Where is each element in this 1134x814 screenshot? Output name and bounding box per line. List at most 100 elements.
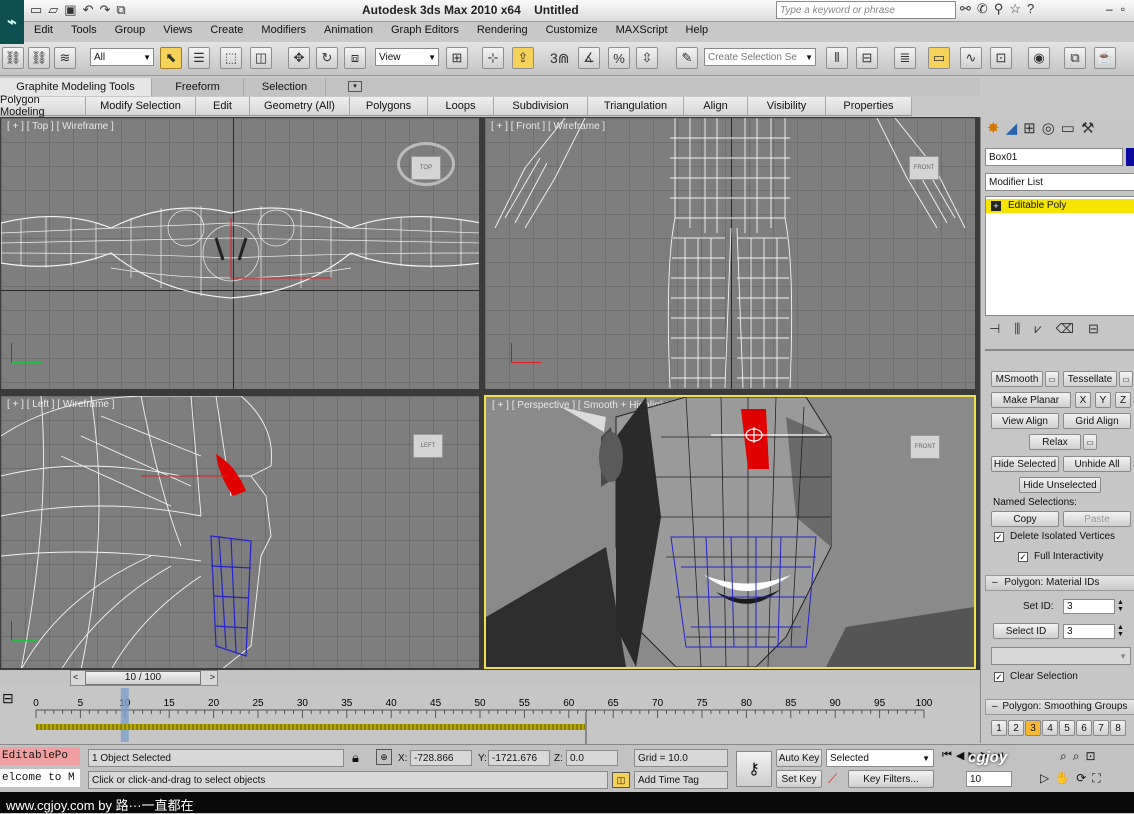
viewcube-face[interactable]: FRONT bbox=[909, 156, 939, 180]
smoothing-group-button[interactable]: 1 bbox=[991, 720, 1007, 736]
modifier-list-dropdown[interactable]: Modifier List bbox=[985, 173, 1134, 191]
zoom-icon[interactable]: ⌕ bbox=[1060, 749, 1067, 764]
menu-item[interactable]: Modifiers bbox=[261, 24, 306, 40]
y-coordinate-field[interactable]: -1721.676 bbox=[488, 750, 550, 766]
unhide-all-button[interactable]: Unhide All bbox=[1063, 456, 1131, 472]
select-move-icon[interactable]: ✥ bbox=[288, 47, 310, 69]
select-by-name-icon[interactable]: ☰ bbox=[188, 47, 210, 69]
hierarchy-tab-icon[interactable]: ⊞ bbox=[1023, 119, 1036, 143]
communication-icon[interactable]: ✆ bbox=[977, 1, 988, 17]
binoculars-icon[interactable]: ⚯ bbox=[960, 1, 971, 17]
bind-spacewarp-icon[interactable]: ≋ bbox=[54, 47, 76, 69]
menu-item[interactable]: Graph Editors bbox=[391, 24, 459, 40]
minimize-icon[interactable]: – bbox=[1106, 2, 1113, 16]
smoothing-group-button[interactable]: 8 bbox=[1110, 720, 1126, 736]
viewport-top[interactable]: [ + ] [ Top ] [ Wireframe ] TOP bbox=[0, 117, 480, 390]
smoothing-rollout-header[interactable]: – Polygon: Smoothing Groups bbox=[985, 699, 1134, 715]
curve-editor-icon[interactable]: ∿ bbox=[960, 47, 982, 69]
save-icon[interactable]: ▣ bbox=[64, 2, 76, 18]
lock-selection-icon[interactable]: 🔒︎ bbox=[352, 750, 359, 766]
time-next-icon[interactable]: > bbox=[210, 672, 215, 682]
new-file-icon[interactable]: ▭ bbox=[30, 2, 42, 18]
align-icon[interactable]: ⊟ bbox=[856, 47, 878, 69]
angle-snap-icon[interactable]: ∡ bbox=[578, 47, 600, 69]
set-id-spinner[interactable]: 3 bbox=[1063, 599, 1115, 614]
open-file-icon[interactable]: ▱ bbox=[48, 2, 58, 18]
window-crossing-icon[interactable]: ◫ bbox=[250, 47, 272, 69]
set-key-mode-icon[interactable]: ⚷ bbox=[736, 751, 772, 787]
time-slider-track[interactable]: 10 / 100 < > bbox=[70, 670, 218, 686]
material-editor-icon[interactable]: ◉ bbox=[1028, 47, 1050, 69]
undo-icon[interactable]: ↶ bbox=[83, 2, 94, 18]
smoothing-group-button[interactable]: 5 bbox=[1059, 720, 1075, 736]
go-to-start-icon[interactable]: ⏮ bbox=[942, 749, 952, 762]
viewport-left[interactable]: [ + ] [ Left ] [ Wireframe ] LEFT bbox=[0, 395, 480, 669]
restore-icon[interactable]: ▫ bbox=[1121, 2, 1125, 16]
key-filters-button[interactable]: Key Filters... bbox=[848, 770, 934, 788]
copy-button[interactable]: Copy bbox=[991, 511, 1059, 527]
select-rotate-icon[interactable]: ↻ bbox=[316, 47, 338, 69]
render-setup-icon[interactable]: ⧉ bbox=[1064, 47, 1086, 69]
object-name-field[interactable]: Box01 bbox=[985, 148, 1123, 166]
relax-settings-icon[interactable]: ▭ bbox=[1083, 434, 1097, 450]
material-ids-rollout-header[interactable]: – Polygon: Material IDs bbox=[985, 575, 1134, 591]
percent-snap-icon[interactable]: % bbox=[608, 47, 630, 69]
make-planar-button[interactable]: Make Planar bbox=[991, 392, 1071, 408]
current-frame-field[interactable]: 10 bbox=[966, 771, 1012, 787]
clear-selection-checkbox[interactable]: ✓ bbox=[994, 672, 1004, 682]
panel-align[interactable]: Align bbox=[684, 97, 748, 115]
pivot-center-icon[interactable]: ⊞ bbox=[446, 47, 468, 69]
tessellate-settings-icon[interactable]: ▭ bbox=[1119, 371, 1133, 387]
panel-properties[interactable]: Properties bbox=[826, 97, 912, 115]
smoothing-group-button[interactable]: 3 bbox=[1025, 720, 1041, 736]
previous-frame-icon[interactable]: ◀ bbox=[956, 749, 964, 762]
menu-item[interactable]: Rendering bbox=[477, 24, 528, 40]
relax-button[interactable]: Relax bbox=[1029, 434, 1081, 450]
key-mode-dropdown[interactable]: Selected ▼ bbox=[826, 749, 934, 767]
ribbon-tab-freeform[interactable]: Freeform bbox=[152, 78, 244, 96]
zoom-all-icon[interactable]: ⌕ bbox=[1073, 749, 1080, 764]
spinner-snap-icon[interactable]: ⇳ bbox=[636, 47, 658, 69]
panel-triangulation[interactable]: Triangulation bbox=[588, 97, 684, 115]
keyboard-shortcut-override-icon[interactable]: ⇪ bbox=[512, 47, 534, 69]
orbit-icon[interactable]: ⟳ bbox=[1076, 771, 1086, 786]
menu-item[interactable]: Create bbox=[210, 24, 243, 40]
make-planar-z-button[interactable]: Z bbox=[1115, 392, 1131, 408]
pin-stack-icon[interactable]: ⊣ bbox=[989, 321, 1000, 337]
object-color-swatch[interactable] bbox=[1126, 148, 1134, 166]
create-tab-icon[interactable]: ✸ bbox=[987, 119, 1000, 143]
panel-polygon-modeling[interactable]: Polygon Modeling bbox=[0, 94, 86, 118]
ribbon-minimize-icon[interactable]: ▾ bbox=[348, 81, 362, 92]
viewport-perspective[interactable]: [ + ] [ Perspective ] [ Smooth + Highlig… bbox=[484, 395, 976, 669]
absolute-mode-icon[interactable]: ⊕ bbox=[376, 749, 392, 765]
smoothing-group-button[interactable]: 6 bbox=[1076, 720, 1092, 736]
field-of-view-icon[interactable]: ▷ bbox=[1040, 771, 1049, 786]
menu-item[interactable]: MAXScript bbox=[616, 24, 668, 40]
viewport-label[interactable]: [ + ] [ Top ] [ Wireframe ] bbox=[7, 121, 114, 132]
grid-align-button[interactable]: Grid Align bbox=[1063, 413, 1131, 429]
add-time-tag-field[interactable]: Add Time Tag bbox=[634, 771, 728, 789]
spinner-arrows-icon[interactable]: ▲ ▼ bbox=[1117, 624, 1124, 638]
show-end-result-icon[interactable]: ⫼ bbox=[1014, 321, 1020, 337]
ribbon-tab-selection[interactable]: Selection bbox=[244, 78, 326, 96]
time-tag-icon[interactable]: ◫ bbox=[612, 772, 630, 788]
remove-modifier-icon[interactable]: ⌫ bbox=[1056, 321, 1074, 337]
app-logo-icon[interactable]: ⌁ bbox=[0, 0, 24, 44]
select-object-icon[interactable]: ⬉ bbox=[160, 47, 182, 69]
zoom-extents-icon[interactable]: ⊡ bbox=[1085, 749, 1095, 764]
reference-coordinate-dropdown[interactable]: View ▼ bbox=[375, 48, 439, 66]
menu-item[interactable]: Customize bbox=[546, 24, 598, 40]
menu-item[interactable]: Group bbox=[115, 24, 146, 40]
menu-item[interactable]: Help bbox=[686, 24, 709, 40]
panel-geometry[interactable]: Geometry (All) bbox=[250, 97, 350, 115]
unlink-icon[interactable]: ⛓ bbox=[28, 47, 50, 69]
hide-unselected-button[interactable]: Hide Unselected bbox=[1019, 477, 1101, 493]
graphite-toggle-icon[interactable]: ▭ bbox=[928, 47, 950, 69]
snaps-toggle[interactable]: 3⋒ bbox=[550, 50, 570, 67]
subscription-icon[interactable]: ⚲ bbox=[994, 1, 1004, 17]
select-id-spinner[interactable]: 3 bbox=[1063, 624, 1115, 639]
viewcube-face[interactable]: FRONT bbox=[910, 435, 940, 459]
make-planar-x-button[interactable]: X bbox=[1075, 392, 1091, 408]
named-selection-sets-dropdown[interactable]: Create Selection Se ▼ bbox=[704, 48, 816, 66]
select-manipulate-icon[interactable]: ⊹ bbox=[482, 47, 504, 69]
